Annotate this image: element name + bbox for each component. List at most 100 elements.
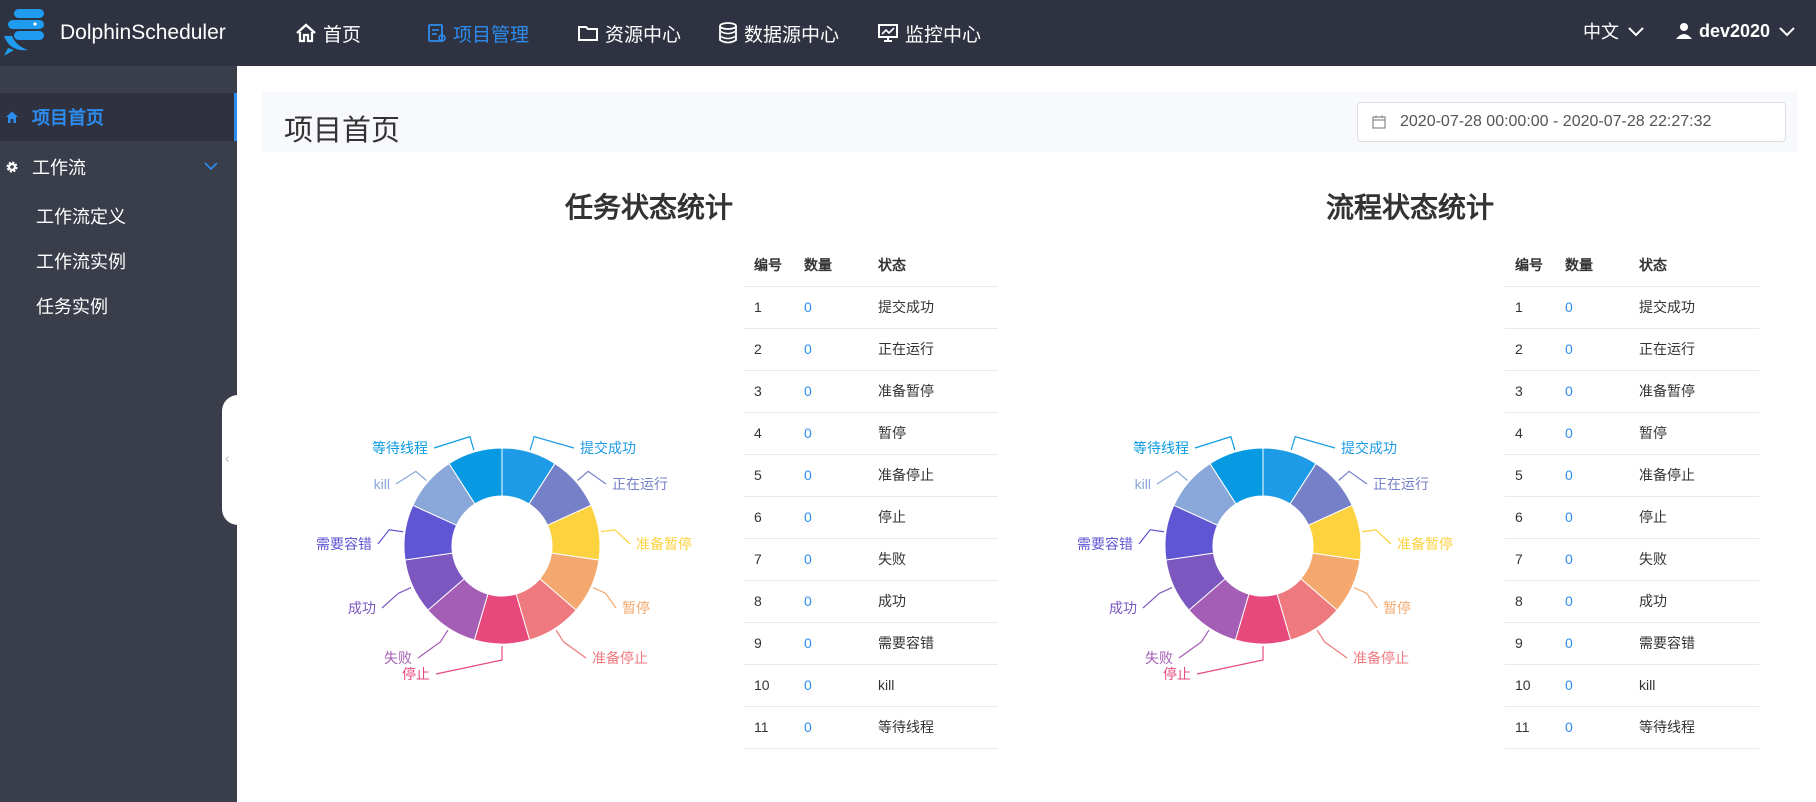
- cell-count[interactable]: 0: [794, 454, 868, 497]
- cell-count[interactable]: 0: [1555, 496, 1629, 539]
- cell-count[interactable]: 0: [794, 664, 868, 707]
- task-stats-table: 编号 数量 状态 1 0 提交成功 2 0 正在运行 3 0 准备暂停 4 0 暂停 5 0 准备停止 6 0 停…: [744, 244, 998, 749]
- donut-label: 准备停止: [592, 650, 648, 666]
- language-switch[interactable]: 中文: [1583, 16, 1647, 46]
- cell-count[interactable]: 0: [794, 538, 868, 581]
- home-icon: [296, 23, 316, 43]
- sidebar-item-task-instance[interactable]: 任务实例: [36, 293, 108, 319]
- nav-project[interactable]: 项目管理: [427, 18, 529, 48]
- sidebar-item-workflow[interactable]: 工作流: [0, 143, 237, 191]
- cell-count[interactable]: 0: [1555, 328, 1629, 371]
- table-row: 2 0 正在运行: [1505, 328, 1759, 371]
- sidebar-collapse-toggle[interactable]: ‹: [222, 395, 238, 525]
- table-row: 11 0 等待线程: [744, 706, 998, 749]
- cell-state: 失败: [868, 538, 998, 581]
- cell-state: 正在运行: [1629, 328, 1759, 371]
- cell-count[interactable]: 0: [794, 706, 868, 749]
- table-row: 1 0 提交成功: [744, 286, 998, 329]
- cell-count[interactable]: 0: [1555, 706, 1629, 749]
- chevron-down-icon: [204, 162, 218, 171]
- donut-label: 成功: [348, 600, 376, 616]
- cell-count[interactable]: 0: [1555, 622, 1629, 665]
- cell-state: 提交成功: [1629, 286, 1759, 329]
- cell-count[interactable]: 0: [1555, 454, 1629, 497]
- brand-name[interactable]: DolphinScheduler: [60, 21, 226, 45]
- cell-count[interactable]: 0: [794, 412, 868, 455]
- cell-no: 1: [1505, 286, 1555, 329]
- cell-count[interactable]: 0: [794, 622, 868, 665]
- nav-datasource[interactable]: 数据源中心: [718, 18, 839, 48]
- donut-label-line: [1156, 470, 1188, 485]
- cell-state: 停止: [1629, 496, 1759, 539]
- donut-label: 提交成功: [1341, 440, 1397, 456]
- cell-count[interactable]: 0: [794, 496, 868, 539]
- donut-label-line: [1178, 629, 1210, 659]
- date-range-picker[interactable]: 2020-07-28 00:00:00 - 2020-07-28 22:27:3…: [1357, 102, 1786, 142]
- table-row: 1 0 提交成功: [1505, 286, 1759, 329]
- donut-label: kill: [374, 476, 390, 492]
- donut-label: 准备停止: [1353, 650, 1409, 666]
- cell-count[interactable]: 0: [1555, 580, 1629, 623]
- donut-label-line: [1290, 435, 1336, 451]
- table-row: 5 0 准备停止: [744, 454, 998, 497]
- calendar-icon: [1372, 115, 1386, 129]
- cell-state: 成功: [1629, 580, 1759, 623]
- user-menu[interactable]: dev2020: [1675, 16, 1798, 46]
- donut-label: 准备暂停: [1397, 536, 1453, 552]
- donut-label-line: [1196, 646, 1264, 675]
- cell-count[interactable]: 0: [794, 286, 868, 329]
- cell-count[interactable]: 0: [794, 580, 868, 623]
- table-header-row: 编号 数量 状态: [1505, 244, 1759, 287]
- cell-no: 10: [744, 664, 794, 707]
- task-status-donut-chart: 提交成功正在运行准备暂停暂停准备停止停止失败 成功 需要容错 kill 等待线程: [316, 435, 692, 682]
- cell-no: 10: [1505, 664, 1555, 707]
- top-bar: DolphinScheduler 首页 项目管理 资源中心 数据源中心 监控中心…: [0, 0, 1816, 66]
- cell-count[interactable]: 0: [1555, 664, 1629, 707]
- cell-state: 准备暂停: [1629, 370, 1759, 413]
- cell-count[interactable]: 0: [794, 370, 868, 413]
- donut-label-line: [577, 470, 607, 485]
- donut-label: 暂停: [1383, 600, 1411, 616]
- folder-icon: [578, 26, 598, 41]
- donut-label: 暂停: [622, 600, 650, 616]
- sidebar-item-workflow-instance[interactable]: 工作流实例: [36, 248, 126, 274]
- page-header: 项目首页 2020-07-28 00:00:00 - 2020-07-28 22…: [262, 92, 1798, 152]
- cell-no: 4: [1505, 412, 1555, 455]
- column-header-no: 编号: [744, 244, 794, 287]
- cell-no: 7: [1505, 538, 1555, 581]
- nav-home[interactable]: 首页: [295, 18, 361, 48]
- cell-count[interactable]: 0: [1555, 538, 1629, 581]
- table-row: 4 0 暂停: [1505, 412, 1759, 455]
- cell-no: 2: [744, 328, 794, 371]
- donut-label-line: [592, 586, 617, 609]
- cell-state: 准备停止: [1629, 454, 1759, 497]
- cell-count[interactable]: 0: [794, 328, 868, 371]
- table-row: 3 0 准备暂停: [744, 370, 998, 413]
- cell-count[interactable]: 0: [1555, 412, 1629, 455]
- donut-label-line: [1338, 470, 1368, 485]
- nav-resource[interactable]: 资源中心: [577, 18, 681, 48]
- process-stats-table: 编号 数量 状态 1 0 提交成功 2 0 正在运行 3 0 准备暂停 4 0 暂停 5 0 准备停止 6 0 停…: [1505, 244, 1759, 749]
- home-icon: [6, 111, 18, 123]
- cell-no: 6: [1505, 496, 1555, 539]
- column-header-no: 编号: [1505, 244, 1555, 287]
- cell-no: 9: [744, 622, 794, 665]
- nav-monitor[interactable]: 监控中心: [877, 18, 981, 48]
- cell-state: 等待线程: [868, 706, 998, 749]
- donut-label: 等待线程: [372, 440, 428, 456]
- table-row: 9 0 需要容错: [1505, 622, 1759, 665]
- column-header-state: 状态: [868, 244, 998, 287]
- sidebar-item-project-home[interactable]: 项目首页: [0, 93, 237, 141]
- table-row: 2 0 正在运行: [744, 328, 998, 371]
- chevron-down-icon: [1779, 27, 1795, 37]
- cell-state: 停止: [868, 496, 998, 539]
- cell-count[interactable]: 0: [1555, 286, 1629, 329]
- cell-count[interactable]: 0: [1555, 370, 1629, 413]
- cell-no: 5: [1505, 454, 1555, 497]
- donut-label-line: [433, 435, 475, 451]
- dolphin-logo-icon[interactable]: [2, 6, 58, 58]
- sidebar-item-workflow-definition[interactable]: 工作流定义: [36, 203, 126, 229]
- donut-label: 成功: [1109, 600, 1137, 616]
- donut-label-line: [417, 629, 449, 659]
- user-icon: [1676, 23, 1692, 39]
